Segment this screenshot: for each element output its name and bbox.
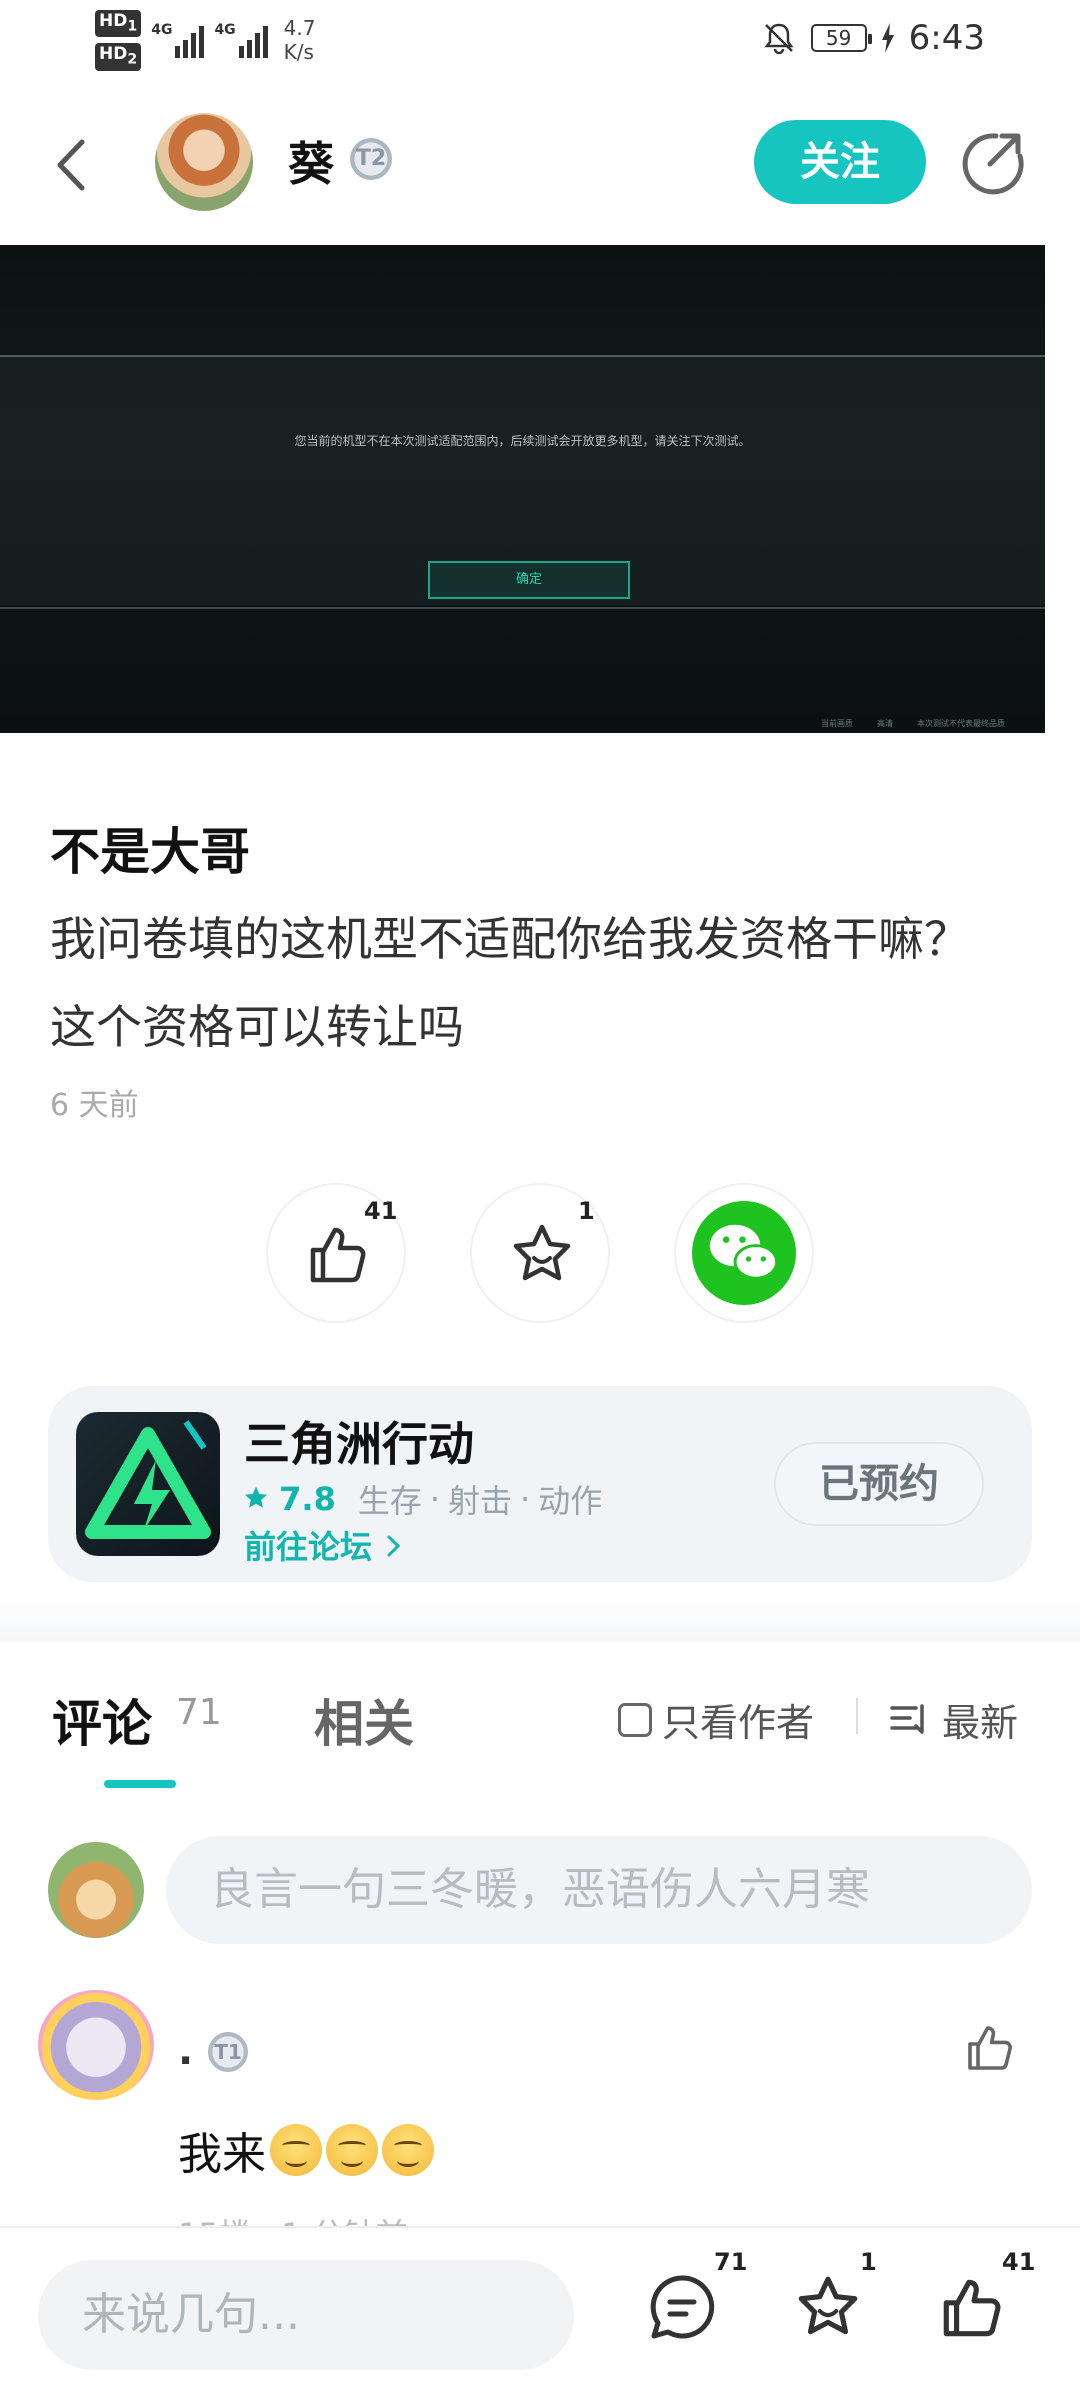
game-name: 三角洲行动 xyxy=(244,1417,474,1471)
comment-input[interactable]: 良言一句三冬暖，恶语伤人六月寒 xyxy=(166,1836,1032,1944)
post-time: 6 天前 xyxy=(50,1088,139,1123)
game-score: 7.8 xyxy=(244,1480,336,1518)
author-name[interactable]: 葵 xyxy=(288,128,334,194)
comment-like-button[interactable] xyxy=(962,2020,1018,2080)
filter-divider xyxy=(856,1698,858,1734)
smile-emoji-icon xyxy=(326,2124,378,2176)
only-author-label: 只看作者 xyxy=(662,1701,815,1745)
commenter-level-badge: T1 xyxy=(208,2032,248,2072)
game-card[interactable]: 三角洲行动 7.8 生存 · 射击 · 动作 前往论坛 已预约 xyxy=(48,1386,1032,1582)
bottom-favorite-button[interactable] xyxy=(792,2272,864,2348)
author-level-badge: T2 xyxy=(350,138,392,180)
bottom-comment-input[interactable]: 来说几句... xyxy=(38,2260,574,2370)
wechat-icon xyxy=(692,1201,796,1305)
author-avatar[interactable] xyxy=(155,113,253,211)
share-icon xyxy=(962,133,1024,195)
commenter-name[interactable]: . xyxy=(178,2028,193,2074)
my-avatar xyxy=(48,1842,144,1938)
favorite-count: 1 xyxy=(578,1197,595,1225)
hd-indicators: HD1 HD2 xyxy=(95,10,142,71)
sort-icon xyxy=(890,1703,924,1734)
game-logo-icon xyxy=(76,1412,220,1556)
comment-button[interactable] xyxy=(646,2272,718,2348)
game-meta: 7.8 生存 · 射击 · 动作 xyxy=(244,1476,602,1522)
charging-icon xyxy=(881,23,894,53)
only-author-toggle[interactable]: 只看作者 xyxy=(618,1692,814,1747)
post-header: 葵 T2 关注 xyxy=(0,100,1080,230)
hd1-indicator: HD1 xyxy=(95,10,142,38)
game-tag: 射击 xyxy=(448,1482,513,1520)
back-button[interactable] xyxy=(52,130,112,200)
like-button[interactable]: 41 xyxy=(266,1183,406,1323)
reserved-button[interactable]: 已预约 xyxy=(774,1442,984,1526)
dialog-band-bottom xyxy=(0,607,1045,609)
game-tag: 动作 xyxy=(538,1482,603,1520)
image-footer: 当前画质 高清 本次测试不代表最终品质 xyxy=(821,719,1005,728)
tab-related[interactable]: 相关 xyxy=(314,1684,414,1756)
battery-icon: 59 xyxy=(810,24,872,52)
section-divider xyxy=(0,1590,1080,1642)
star-icon xyxy=(798,2276,858,2335)
bottom-like-button[interactable] xyxy=(936,2272,1008,2348)
status-right: 59 6:43 xyxy=(761,18,985,58)
post-body: 我问卷填的这机型不适配你给我发资格干嘛？这个资格可以转让吗 xyxy=(50,912,970,1054)
commenter-avatar[interactable] xyxy=(38,1990,154,2100)
wechat-share-button[interactable] xyxy=(674,1183,814,1323)
image-confirm-button: 确定 xyxy=(428,561,630,599)
favorite-button[interactable]: 1 xyxy=(470,1183,610,1323)
like-count: 41 xyxy=(364,1197,398,1225)
thumbs-up-icon xyxy=(310,1227,366,1283)
score-star-icon xyxy=(245,1487,267,1508)
comments-count: 71 xyxy=(176,1692,222,1733)
back-arrow-icon xyxy=(57,139,85,191)
chevron-right-icon xyxy=(387,1535,401,1557)
bottom-favorite-count: 1 xyxy=(860,2248,877,2276)
follow-button[interactable]: 关注 xyxy=(754,120,926,204)
status-left: HD1 HD2 4G 4G 4.7 K/s xyxy=(95,10,315,71)
mute-bell-icon xyxy=(764,23,794,55)
forum-link[interactable]: 前往论坛 xyxy=(244,1522,403,1568)
tab-comments[interactable]: 评论 xyxy=(52,1684,152,1756)
image-message: 您当前的机型不在本次测试适配范围内，后续测试会开放更多机型，请关注下次测试。 xyxy=(294,434,751,448)
active-tab-indicator xyxy=(104,1780,176,1788)
bottom-bar: 来说几句... 71 1 41 xyxy=(0,2226,1080,2400)
tag-separator: · xyxy=(429,1480,441,1518)
thumbs-up-icon xyxy=(943,2279,1001,2337)
hd2-indicator: HD2 xyxy=(95,43,142,71)
comment-text: 我来 xyxy=(178,2118,434,2182)
thumbs-up-icon xyxy=(968,2026,1012,2070)
clock: 6:43 xyxy=(908,18,985,58)
comment-bubble-icon xyxy=(650,2275,715,2339)
only-author-checkbox[interactable] xyxy=(618,1702,652,1737)
share-button[interactable] xyxy=(956,128,1026,198)
signal-2-icon: 4G xyxy=(214,22,268,59)
smile-emoji-icon xyxy=(270,2124,322,2176)
status-bar: HD1 HD2 4G 4G 4.7 K/s 59 6:43 xyxy=(0,0,1080,80)
game-tag: 生存 xyxy=(357,1482,422,1520)
star-icon xyxy=(513,1224,571,1281)
bottom-like-count: 41 xyxy=(1002,2248,1036,2276)
sort-label: 最新 xyxy=(942,1701,1019,1745)
sort-button[interactable]: 最新 xyxy=(890,1692,1018,1747)
post-title: 不是大哥 xyxy=(50,823,250,881)
tag-separator: · xyxy=(520,1480,531,1518)
bottom-comment-count: 71 xyxy=(714,2248,748,2276)
signal-1-icon: 4G xyxy=(151,22,205,59)
post-image[interactable]: 您当前的机型不在本次测试适配范围内，后续测试会开放更多机型，请关注下次测试。 确… xyxy=(0,245,1045,733)
network-speed: 4.7 K/s xyxy=(283,16,316,65)
smile-emoji-icon xyxy=(382,2124,434,2176)
